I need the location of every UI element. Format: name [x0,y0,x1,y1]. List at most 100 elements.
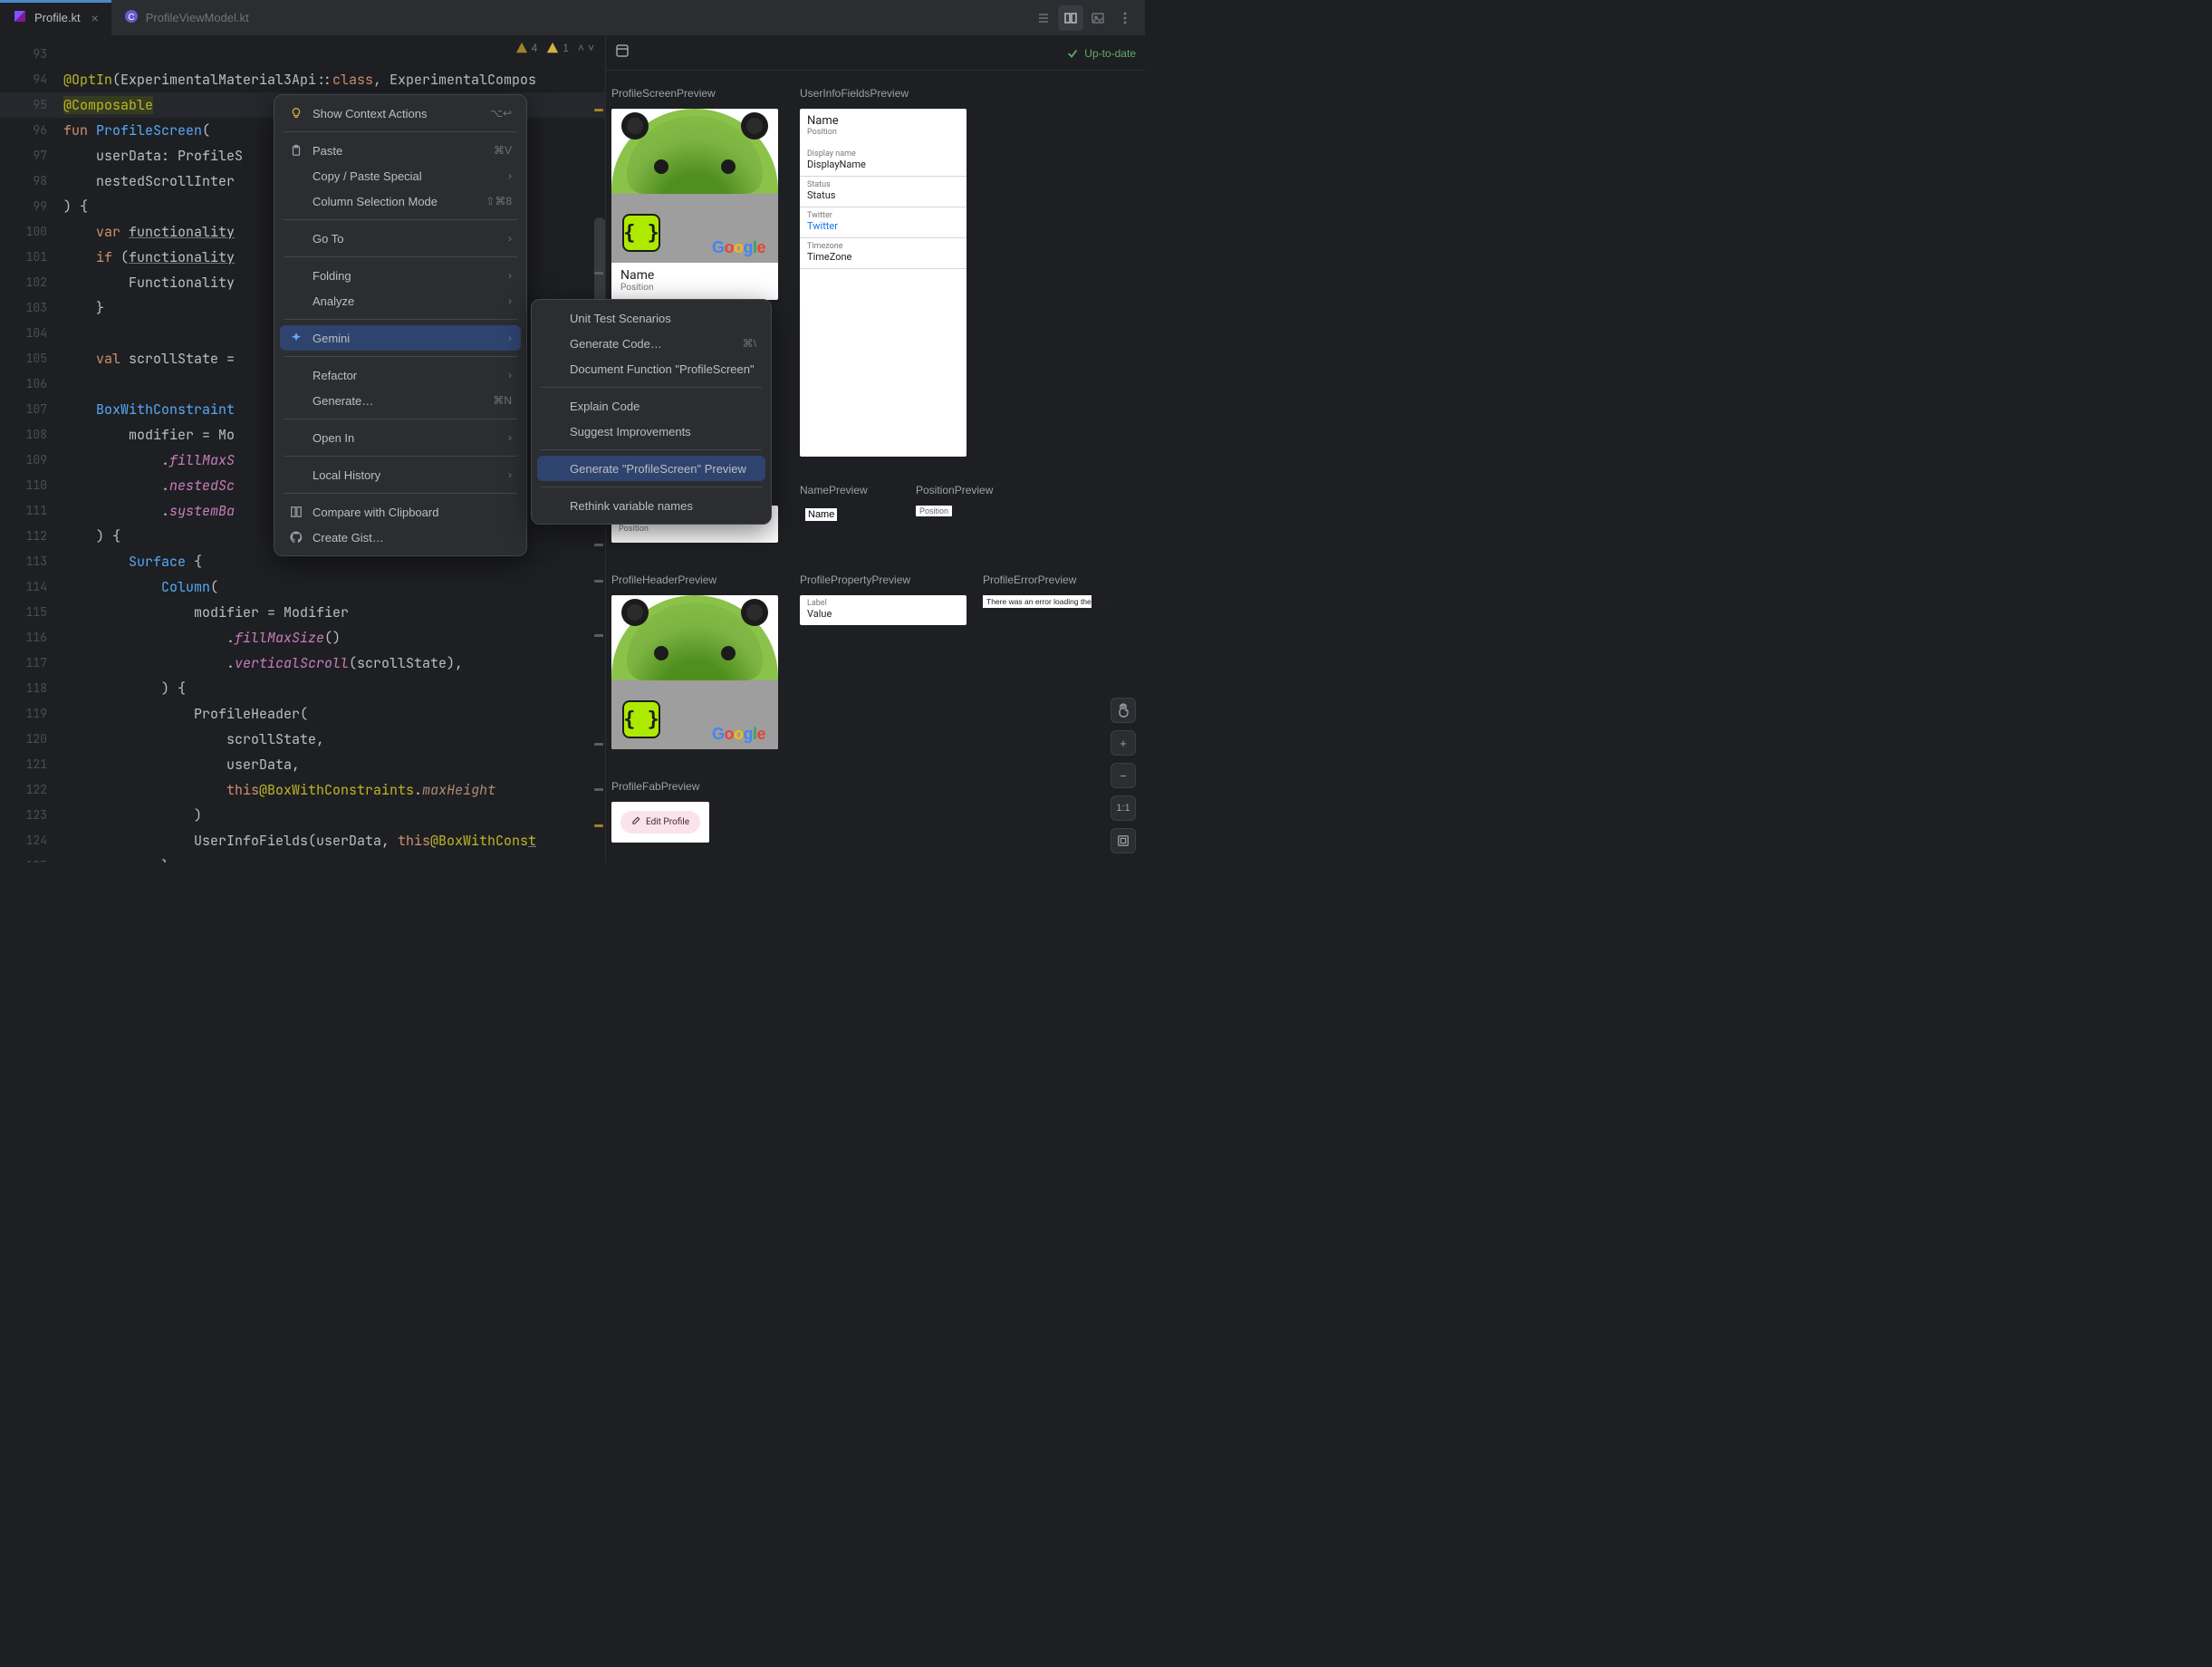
code-text: @Composable [63,92,153,118]
preview-toggle-icon[interactable] [615,43,635,63]
menu-item[interactable]: Suggest Improvements [537,419,765,444]
code-text: if (functionality [63,245,235,270]
chevron-right-icon: › [508,232,512,245]
menu-separator [541,387,762,388]
line-number: 115 [0,600,63,625]
code-text: } [63,295,104,321]
menu-item[interactable]: Copy / Paste Special› [280,163,521,188]
menu-item[interactable]: Show Context Actions⌥↩ [280,101,521,126]
blank-icon [546,461,561,476]
menu-item[interactable]: Generate "ProfileScreen" Preview [537,456,765,481]
line-number: 106 [0,371,63,397]
line-number: 95 [0,92,63,118]
menu-item[interactable]: Go To› [280,226,521,251]
close-tab-icon[interactable]: × [88,11,99,25]
code-line[interactable]: 114 Column( [0,574,605,600]
code-line[interactable]: 124 UserInfoFields(userData, this@BoxWit… [0,828,605,853]
menu-item[interactable]: Generate Code…⌘\ [537,331,765,356]
code-text: scrollState, [63,727,324,752]
editor-list-icon[interactable] [1031,5,1056,31]
line-number: 97 [0,143,63,169]
code-line[interactable]: 118 ) { [0,676,605,701]
menu-separator [284,356,517,357]
next-highlight-icon[interactable]: ˅ [588,42,594,54]
preview-title: UserInfoFieldsPreview [800,87,967,100]
zoom-in-icon[interactable]: + [1111,730,1136,756]
preview-user-info-fields[interactable]: Name Position Display nameDisplayNameSta… [800,109,967,457]
zoom-fit-icon[interactable] [1111,828,1136,853]
menu-item[interactable]: Document Function "ProfileScreen" [537,356,765,381]
menu-item[interactable]: Explain Code [537,393,765,419]
line-number: 107 [0,397,63,422]
line-number: 114 [0,574,63,600]
code-text: .fillMaxS [63,448,235,473]
preview-title: ProfileScreenPreview [611,87,784,100]
code-line[interactable]: 94@OptIn(ExperimentalMaterial3Api::class… [0,67,605,92]
tab-profileviewmodel-kt[interactable]: C ProfileViewModel.kt [111,0,262,35]
profile-field: Display nameDisplayName [800,146,967,177]
code-line[interactable]: 120 scrollState, [0,727,605,752]
code-line[interactable]: 122 this@BoxWithConstraints.maxHeight [0,777,605,803]
menu-item[interactable]: Generate…⌘N [280,388,521,413]
preview-profile-error[interactable]: There was an error loading the profile [983,595,1092,608]
code-line[interactable]: 115 modifier = Modifier [0,600,605,625]
code-line[interactable]: 117 .verticalScroll(scrollState), [0,650,605,676]
code-text: Column( [63,574,218,600]
line-number: 120 [0,727,63,752]
menu-item[interactable]: Analyze› [280,288,521,313]
menu-item-label: Document Function "ProfileScreen" [570,362,756,376]
code-line[interactable]: 121 userData, [0,752,605,777]
warning-indicator[interactable]: 1 [546,42,569,54]
menu-item-label: Refactor [313,369,499,382]
code-line[interactable]: 125 } [0,853,605,862]
menu-item[interactable]: Column Selection Mode⇧⌘8 [280,188,521,214]
line-number: 99 [0,194,63,219]
tab-profile-kt[interactable]: Profile.kt × [0,0,111,35]
diff-icon [289,505,303,519]
code-line[interactable]: 116 .fillMaxSize() [0,625,605,650]
menu-item[interactable]: Unit Test Scenarios [537,305,765,331]
code-line[interactable]: 123 ) [0,803,605,828]
code-line[interactable]: 119 ProfileHeader( [0,701,605,727]
profile-name: Name [620,268,769,283]
editor-more-icon[interactable] [1112,5,1138,31]
preview-profile-fab[interactable]: Edit Profile [611,802,709,843]
code-text: ) { [63,524,120,549]
zoom-out-icon[interactable]: − [1111,763,1136,788]
blank-icon [289,194,303,208]
chevron-right-icon: › [508,169,512,182]
preview-profile-screen[interactable]: { } Google Name Position [611,109,778,300]
preview-name[interactable]: Name [800,506,899,524]
menu-item[interactable]: Open In› [280,425,521,450]
zoom-ratio-button[interactable]: 1:1 [1111,795,1136,821]
code-text: modifier = Modifier [63,600,349,625]
menu-item[interactable]: Paste⌘V [280,138,521,163]
menu-item[interactable]: Folding› [280,263,521,288]
chevron-right-icon: › [508,468,512,481]
menu-item[interactable]: Local History› [280,462,521,487]
menu-item[interactable]: Gemini› [280,325,521,351]
line-number: 100 [0,219,63,245]
weak-warning-indicator[interactable]: 4 [515,42,538,54]
menu-item-label: Generate… [313,394,469,408]
editor-image-icon[interactable] [1085,5,1111,31]
line-number: 108 [0,422,63,448]
line-number: 125 [0,853,63,862]
preview-profile-header[interactable]: { } Google [611,595,778,749]
blank-icon [546,336,561,351]
line-number: 121 [0,752,63,777]
editor-split-icon[interactable] [1058,5,1083,31]
menu-shortcut: ⌘V [479,144,512,157]
menu-item[interactable]: Create Gist… [280,525,521,550]
preview-position[interactable]: Position [916,506,952,516]
menu-item[interactable]: Rethink variable names [537,493,765,518]
line-number: 112 [0,524,63,549]
pan-icon[interactable] [1111,698,1136,723]
blank-icon [546,424,561,438]
menu-item-label: Analyze [313,294,499,308]
preview-profile-property[interactable]: Label Value [800,595,967,625]
edit-icon [631,816,640,828]
menu-item[interactable]: Compare with Clipboard [280,499,521,525]
prev-highlight-icon[interactable]: ˄ [578,42,584,54]
menu-item[interactable]: Refactor› [280,362,521,388]
